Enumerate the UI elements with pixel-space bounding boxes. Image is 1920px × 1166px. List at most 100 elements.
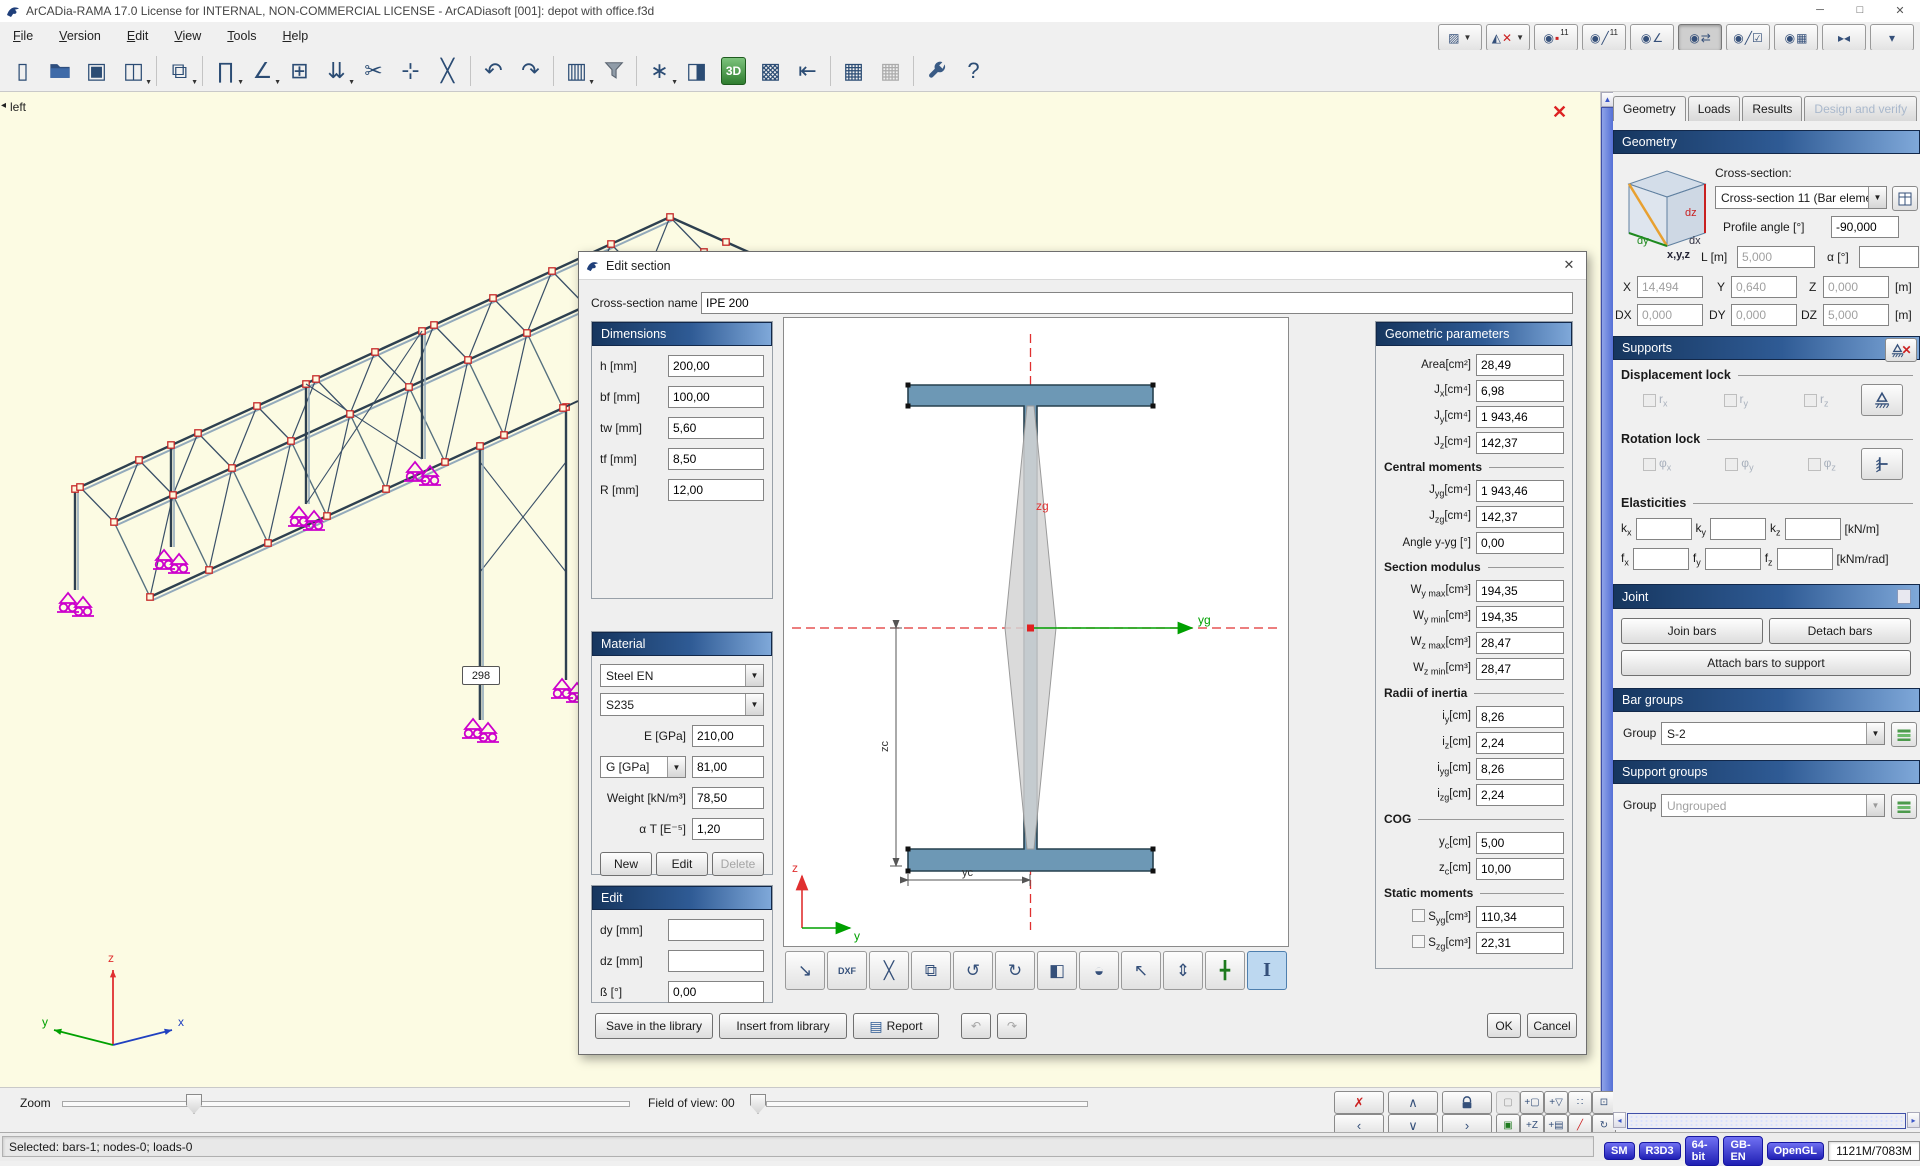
new-document-button[interactable]: ▯ xyxy=(4,53,41,88)
close-button[interactable]: ✕ xyxy=(1880,0,1920,20)
cancel-button[interactable]: Cancel xyxy=(1527,1013,1577,1038)
tab-loads[interactable]: Loads xyxy=(1688,96,1741,121)
copy-bars-button[interactable]: ⊞ xyxy=(281,53,318,88)
maximize-button[interactable]: □ xyxy=(1840,0,1880,20)
gp-value-19[interactable] xyxy=(1476,832,1564,854)
bar-groups-manager-button[interactable] xyxy=(1891,722,1917,747)
loads-button[interactable]: ⇊▼ xyxy=(318,53,355,88)
dimension-input-4[interactable] xyxy=(668,479,764,501)
zoom-slider-thumb[interactable] xyxy=(186,1094,202,1114)
displacement-support-button[interactable] xyxy=(1861,384,1903,416)
import-button[interactable]: ⇤ xyxy=(789,53,826,88)
save-layout-button[interactable]: ◫▼ xyxy=(115,53,152,88)
gp-value-20[interactable] xyxy=(1476,858,1564,880)
move-cross-button[interactable]: ╋ xyxy=(1205,951,1245,990)
insert-from-library-button[interactable]: Insert from library xyxy=(719,1013,847,1039)
joint-header-icon[interactable] xyxy=(1897,589,1911,604)
attach-bars-to-support-button[interactable]: Attach bars to support xyxy=(1621,650,1911,676)
cut-button[interactable]: ✂ xyxy=(355,53,392,88)
gp-value-2[interactable] xyxy=(1476,406,1564,428)
horizontal-scroll-thumb[interactable] xyxy=(1627,1113,1906,1129)
pan-up-button[interactable]: ∧ xyxy=(1388,1091,1438,1114)
cross-section-table-button[interactable] xyxy=(1892,186,1918,211)
dialog-titlebar[interactable]: Edit section ✕ xyxy=(579,252,1586,280)
save-button[interactable]: ▣ xyxy=(78,53,115,88)
gp-checkbox[interactable] xyxy=(1412,909,1425,922)
status-badge-opengl[interactable]: OpenGL xyxy=(1767,1142,1824,1160)
visibility-filter-button[interactable]: ◭✕▼ xyxy=(1486,24,1530,51)
filter-button[interactable] xyxy=(595,53,632,88)
copy-section-button[interactable]: ⧉ xyxy=(911,951,951,990)
delete-button[interactable]: ╳ xyxy=(429,53,466,88)
material-grade-select[interactable]: S235 ▼ xyxy=(600,693,764,716)
ky-input[interactable] xyxy=(1710,518,1766,540)
open-project-button[interactable] xyxy=(41,53,78,88)
help-report-button[interactable]: ? xyxy=(955,53,992,88)
export-dxf-button[interactable]: DXF xyxy=(827,951,867,990)
menu-tools[interactable]: Tools xyxy=(214,24,269,48)
gp-value-16[interactable] xyxy=(1476,758,1564,780)
material-edit-button[interactable]: Edit xyxy=(656,852,708,876)
status-badge-gb-en[interactable]: GB-EN xyxy=(1723,1136,1762,1166)
gp-value-15[interactable] xyxy=(1476,732,1564,754)
kx-input[interactable] xyxy=(1636,518,1692,540)
fx-input[interactable] xyxy=(1633,548,1689,570)
calculator-button[interactable]: ▦ xyxy=(835,53,872,88)
mesh-dots-button[interactable]: ∷ xyxy=(1568,1091,1592,1114)
move-section-button[interactable]: ↖ xyxy=(1121,951,1161,990)
alpha-t-input[interactable] xyxy=(692,818,764,840)
render-style-button[interactable]: ▨▼ xyxy=(1438,24,1482,51)
show-bars-toggle-button[interactable]: ◉╱☑ xyxy=(1726,24,1770,51)
edit-field-input-2[interactable] xyxy=(668,981,764,1003)
tables-button[interactable]: ◨ xyxy=(678,53,715,88)
show-mesh-button[interactable]: ◉▦ xyxy=(1774,24,1818,51)
g-modulus-input[interactable] xyxy=(692,756,764,778)
join-bars-button[interactable]: Join bars xyxy=(1621,618,1763,644)
section-preview-canvas[interactable]: yg zg zc yc z y xyxy=(783,317,1289,947)
fov-slider-track[interactable] xyxy=(766,1101,1088,1107)
g-modulus-select[interactable]: G [GPa] ▼ xyxy=(600,756,686,778)
status-badge-r3d3[interactable]: R3D3 xyxy=(1639,1142,1681,1160)
gp-value-3[interactable] xyxy=(1476,432,1564,454)
cross-section-select[interactable]: Cross-section 11 (Bar eleme... ▼ xyxy=(1715,186,1887,209)
vertical-scrollbar[interactable]: ▲ ▼ xyxy=(1600,92,1614,1132)
report-button[interactable]: ▤ Report xyxy=(853,1013,939,1039)
gp-value-0[interactable] xyxy=(1476,354,1564,376)
rotation-support-button[interactable] xyxy=(1861,448,1903,480)
save-in-library-button[interactable]: Save in the library xyxy=(595,1013,713,1039)
edit-field-input-1[interactable] xyxy=(668,950,764,972)
gp-value-7[interactable] xyxy=(1476,532,1564,554)
gp-value-17[interactable] xyxy=(1476,784,1564,806)
zoom-slider-track[interactable] xyxy=(62,1101,630,1107)
gp-value-6[interactable] xyxy=(1476,506,1564,528)
add-bar-button[interactable]: ∠▼ xyxy=(244,53,281,88)
dimension-input-2[interactable] xyxy=(668,417,764,439)
bar-group-select[interactable]: S-2 ▼ xyxy=(1661,722,1885,745)
add-marker-button[interactable]: +▽ xyxy=(1544,1091,1568,1114)
tab-results[interactable]: Results xyxy=(1742,96,1802,121)
status-badge-sm[interactable]: SM xyxy=(1604,1142,1635,1160)
menu-view[interactable]: View xyxy=(161,24,214,48)
scroll-left-icon[interactable]: ◂ xyxy=(1613,1112,1626,1128)
settings-wrench-button[interactable] xyxy=(918,53,955,88)
tab-geometry[interactable]: Geometry xyxy=(1613,96,1686,121)
import-section-button[interactable]: ↘ xyxy=(785,951,825,990)
collapse-panel-button[interactable]: ▸◂ xyxy=(1822,24,1866,51)
gp-value-5[interactable] xyxy=(1476,480,1564,502)
support-groups-manager-button[interactable] xyxy=(1891,794,1917,819)
ok-button[interactable]: OK xyxy=(1487,1013,1521,1038)
stretch-section-button[interactable]: ⇕ xyxy=(1163,951,1203,990)
lock-view-button[interactable] xyxy=(1442,1091,1492,1114)
dock-bottom-button[interactable]: ▾ xyxy=(1870,24,1914,51)
alpha-input[interactable] xyxy=(1859,246,1919,268)
frame-generator-button[interactable]: ∏▼ xyxy=(207,53,244,88)
view-3d-button[interactable]: 3D xyxy=(715,53,752,88)
detach-bars-button[interactable]: Detach bars xyxy=(1769,618,1911,644)
mesh-tables-button[interactable]: ▩ xyxy=(752,53,789,88)
material-new-button[interactable]: New xyxy=(600,852,652,876)
fov-slider-thumb[interactable] xyxy=(750,1094,766,1114)
profile-angle-input[interactable] xyxy=(1831,216,1899,238)
fy-input[interactable] xyxy=(1705,548,1761,570)
delete-support-button[interactable]: ✕ xyxy=(1885,338,1917,362)
menu-help[interactable]: Help xyxy=(269,24,321,48)
